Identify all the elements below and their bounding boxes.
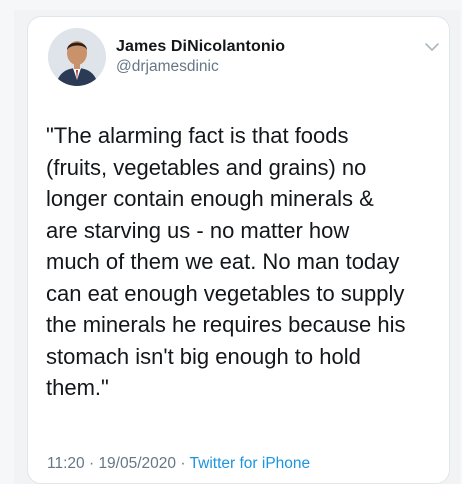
avatar[interactable] xyxy=(48,28,106,86)
tweet-source[interactable]: Twitter for iPhone xyxy=(190,455,311,472)
tweet-text: "The alarming fact is that foods (fruits… xyxy=(46,123,406,400)
chevron-down-icon[interactable] xyxy=(424,41,440,53)
meta-separator: · xyxy=(180,455,186,472)
author-handle[interactable]: @drjamesdinic xyxy=(116,58,219,76)
tweet-date[interactable]: 19/05/2020 xyxy=(98,455,176,472)
meta-separator: · xyxy=(88,455,95,472)
tweet-card[interactable]: James DiNicolantonio @drjamesdinic "The … xyxy=(27,16,450,484)
tweet-time[interactable]: 11:20 xyxy=(47,455,85,472)
tweet-meta: 11:20 · 19/05/2020 · Twitter for iPhone xyxy=(47,455,310,473)
author-name[interactable]: James DiNicolantonio xyxy=(116,38,285,56)
avatar-photo-icon xyxy=(48,28,106,86)
